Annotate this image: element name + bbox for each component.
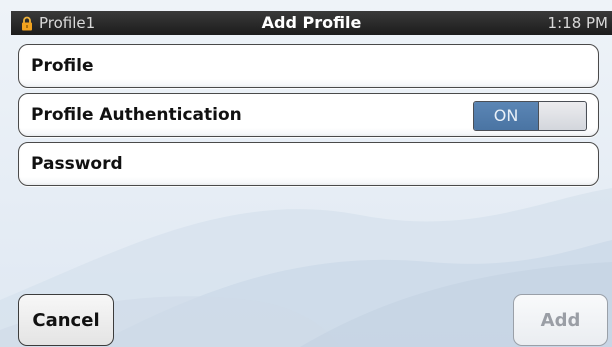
page-title: Add Profile [261, 13, 362, 32]
status-bar: Profile1 Add Profile 1:18 PM [11, 11, 612, 35]
profile-field[interactable]: Profile [18, 44, 599, 88]
cancel-button[interactable]: Cancel [18, 294, 114, 346]
password-field[interactable]: Password [18, 142, 599, 186]
toggle-on-label: ON [474, 102, 538, 130]
profile-field-label: Profile [31, 56, 94, 76]
profile-authentication-row: Profile Authentication ON [18, 93, 599, 137]
profile-authentication-toggle[interactable]: ON [473, 101, 587, 131]
add-profile-screen: Profile1 Add Profile 1:18 PM Profile Pro… [0, 0, 612, 347]
password-field-label: Password [31, 154, 123, 174]
add-button[interactable]: Add [513, 294, 608, 346]
clock: 1:18 PM [547, 14, 608, 32]
profile-authentication-label: Profile Authentication [31, 105, 242, 125]
toggle-knob[interactable] [538, 102, 585, 130]
